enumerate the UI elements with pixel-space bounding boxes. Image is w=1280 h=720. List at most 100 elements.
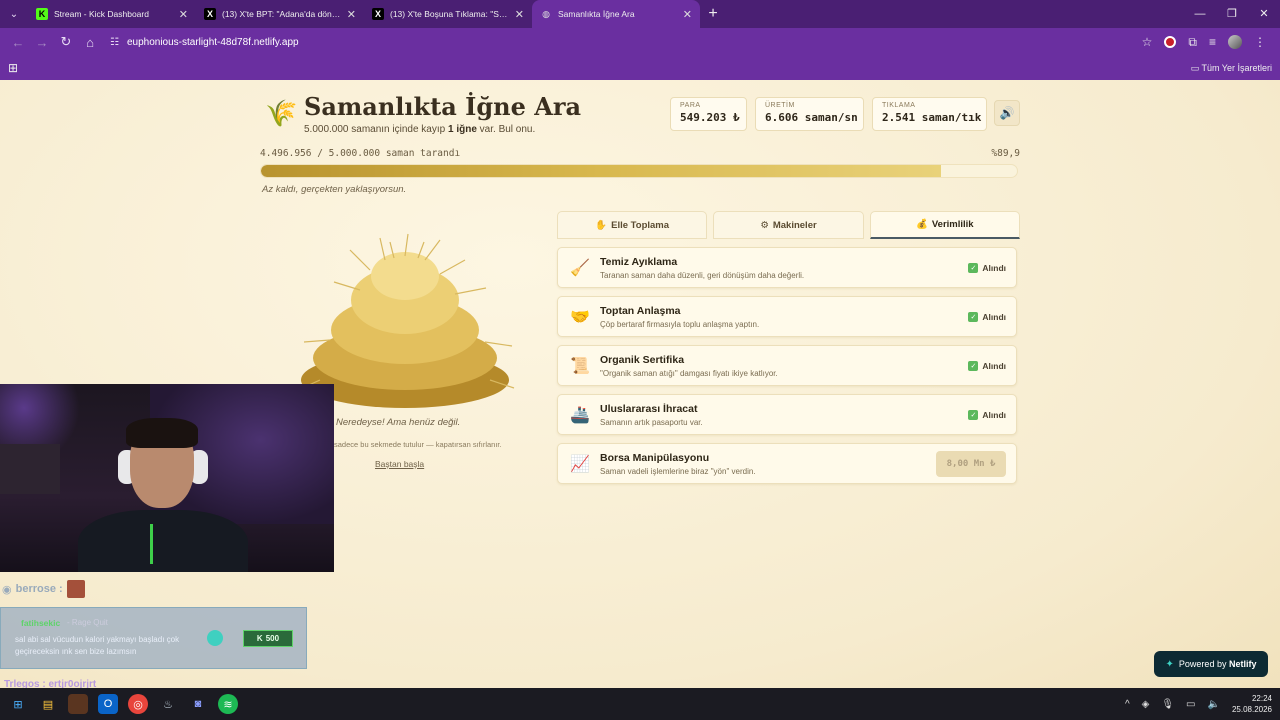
- tab-search-icon[interactable]: ⌄: [0, 0, 28, 28]
- profile-avatar[interactable]: [1228, 35, 1242, 49]
- spotify-icon[interactable]: ≋: [218, 694, 238, 714]
- browser-tab-active[interactable]: ◍ Samanlıkta İğne Ara ✕: [532, 0, 700, 28]
- close-tab-icon[interactable]: ✕: [515, 8, 524, 21]
- close-tab-icon[interactable]: ✕: [683, 8, 692, 21]
- wheat-icon: 🌾: [265, 98, 298, 128]
- app-icon[interactable]: [68, 694, 88, 714]
- kick-icon: K: [256, 634, 263, 643]
- forward-icon[interactable]: →: [30, 35, 54, 50]
- home-icon[interactable]: ⌂: [78, 35, 102, 50]
- upgrade-card: 🧹 Temiz Ayıklama Taranan saman daha düzen…: [557, 247, 1017, 288]
- progress-percent: %89,9: [991, 148, 1020, 159]
- chat-line: ◉ berrose :: [2, 580, 85, 598]
- page-subtitle: 5.000.000 samanın içinde kayıp 1 iğne va…: [304, 124, 536, 135]
- upgrade-card: 🤝 Toptan Anlaşma Çöp bertaraf firmasıyla …: [557, 296, 1017, 337]
- new-tab-button[interactable]: +: [700, 5, 726, 23]
- site-info-icon[interactable]: ☷: [110, 37, 119, 48]
- hand-icon: ✋: [595, 219, 608, 231]
- stack-message: Neredeyse! Ama henüz değil.: [336, 417, 461, 428]
- broom-icon: 🧹: [570, 259, 590, 277]
- windows-start-icon[interactable]: ⊞: [8, 694, 28, 714]
- upgrade-list: 🧹 Temiz Ayıklama Taranan saman daha düzen…: [557, 247, 1017, 492]
- extension-icon[interactable]: [1164, 36, 1177, 48]
- tray-app-icon[interactable]: ◈: [1142, 699, 1150, 710]
- tray-chevron-icon[interactable]: ^: [1125, 699, 1130, 710]
- status-badge: ✓ Alındı: [968, 360, 1006, 371]
- close-tab-icon[interactable]: ✕: [179, 8, 188, 21]
- ship-icon: 🚢: [570, 406, 590, 424]
- puzzle-icon[interactable]: ⧉: [1188, 35, 1197, 50]
- media-icon[interactable]: ≡: [1209, 35, 1216, 49]
- address-bar: ← → ↻ ⌂ ☷ euphonious-starlight-48d78f.ne…: [0, 28, 1280, 56]
- folder-icon[interactable]: ▤: [38, 694, 58, 714]
- restore-icon[interactable]: ❐: [1216, 0, 1248, 28]
- url-field[interactable]: ☷ euphonious-starlight-48d78f.netlify.ap…: [110, 31, 1142, 53]
- chat-highlight: fatihsekic - Rage Quit sal abi sal vücud…: [0, 607, 307, 669]
- check-icon: ✓: [968, 409, 979, 420]
- money-bag-icon: 💰: [916, 219, 928, 230]
- chrome-icon[interactable]: ◎: [128, 694, 148, 714]
- scroll-icon: 📜: [570, 357, 590, 375]
- page-title: Samanlıkta İğne Ara: [304, 92, 582, 121]
- gem-icon: [207, 630, 223, 646]
- close-tab-icon[interactable]: ✕: [347, 8, 356, 21]
- progress-text: 4.496.956 / 5.000.000 saman tarandı: [260, 148, 461, 159]
- check-icon: ✓: [968, 262, 979, 273]
- upgrade-card: 🚢 Uluslararası İhracat Samanın artık pasa…: [557, 394, 1017, 435]
- tab-machines[interactable]: ⚙ Makineler: [713, 211, 864, 239]
- check-icon: ✓: [968, 360, 979, 371]
- menu-icon[interactable]: ⋮: [1254, 35, 1266, 49]
- cam-shelf: [0, 444, 60, 494]
- tab-efficiency[interactable]: 💰 Verimlilik: [869, 211, 1020, 239]
- buy-button[interactable]: 8,00 Mn ₺: [936, 450, 1006, 477]
- stat-money: PARA 549.203 ₺: [670, 97, 747, 131]
- browser-tab-kick[interactable]: K Stream - Kick Dashboard ✕: [28, 0, 196, 28]
- x-logo-icon: X: [204, 8, 216, 20]
- apps-grid-icon[interactable]: ⊞: [8, 61, 18, 75]
- netlify-badge[interactable]: ✦ Powered by Netlify: [1154, 651, 1268, 677]
- reset-link[interactable]: Baştan başla: [375, 459, 424, 469]
- streamer: [78, 418, 248, 572]
- browser-tab-x1[interactable]: X (13) X'te BPT: "Adana'da dönerci ✕: [196, 0, 364, 28]
- x-logo-icon: X: [372, 8, 384, 20]
- drink-straw: [150, 524, 153, 564]
- streamer-body: [78, 510, 248, 572]
- tab-manual[interactable]: ✋ Elle Toplama: [557, 211, 708, 239]
- upgrade-card: 📈 Borsa Manipülasyonu Saman vadeli işleml…: [557, 443, 1017, 484]
- all-bookmarks[interactable]: ▭ Tüm Yer İşaretleri: [1191, 63, 1272, 74]
- progress-bar: [260, 164, 1018, 178]
- mic-icon[interactable]: 🎙: [1161, 699, 1174, 710]
- handshake-icon: 🤝: [570, 308, 590, 326]
- streamer-hair: [126, 418, 198, 448]
- browser-tab-x2[interactable]: X (13) X'te Boşuna Tıklama: "Sam ✕: [364, 0, 532, 28]
- tip-badge: K 500: [243, 630, 293, 647]
- close-window-icon[interactable]: ✕: [1248, 0, 1280, 28]
- taskbar: ⊞ ▤ O ◎ ♨ ◙ ≋ ^ ◈ 🎙 ▭ 🔈 22:24 25.08.2026: [0, 688, 1280, 720]
- upgrade-tabs: ✋ Elle Toplama ⚙ Makineler 💰 Verimlilik: [557, 211, 1020, 239]
- minimize-icon[interactable]: —: [1184, 0, 1216, 28]
- discord-icon[interactable]: ◙: [188, 694, 208, 714]
- progress-fill: [261, 165, 941, 177]
- stack-info: sadece bu sekmede tutulur — kapatırsan s…: [334, 440, 502, 449]
- reload-icon[interactable]: ↻: [54, 34, 78, 50]
- volume-icon[interactable]: 🔈: [1208, 699, 1220, 710]
- network-icon[interactable]: ▭: [1186, 699, 1195, 710]
- window-controls: — ❐ ✕: [1184, 0, 1280, 28]
- clock[interactable]: 22:24 25.08.2026: [1232, 693, 1272, 715]
- steam-icon[interactable]: ♨: [158, 694, 178, 714]
- sound-toggle-icon[interactable]: 🔊: [994, 100, 1020, 126]
- upgrade-card: 📜 Organik Sertifika "Organik saman atığı"…: [557, 345, 1017, 386]
- progress-note: Az kaldı, gerçekten yaklaşıyorsun.: [262, 184, 407, 195]
- star-icon[interactable]: ☆: [1142, 35, 1153, 49]
- bookmarks-bar: ⊞ ▭ Tüm Yer İşaretleri: [0, 56, 1280, 80]
- gear-icon: ⚙: [760, 219, 769, 231]
- outlook-icon[interactable]: O: [98, 694, 118, 714]
- chat-badge-icon: ◉: [2, 583, 12, 596]
- status-badge: ✓ Alındı: [968, 311, 1006, 322]
- status-badge: ✓ Alındı: [968, 409, 1006, 420]
- back-icon[interactable]: ←: [6, 35, 30, 50]
- globe-icon: ◍: [542, 8, 550, 19]
- browser-tab-bar: ⌄ K Stream - Kick Dashboard ✕ X (13) X't…: [0, 0, 1280, 28]
- kick-icon: K: [36, 8, 48, 20]
- netlify-icon: ✦: [1165, 658, 1174, 670]
